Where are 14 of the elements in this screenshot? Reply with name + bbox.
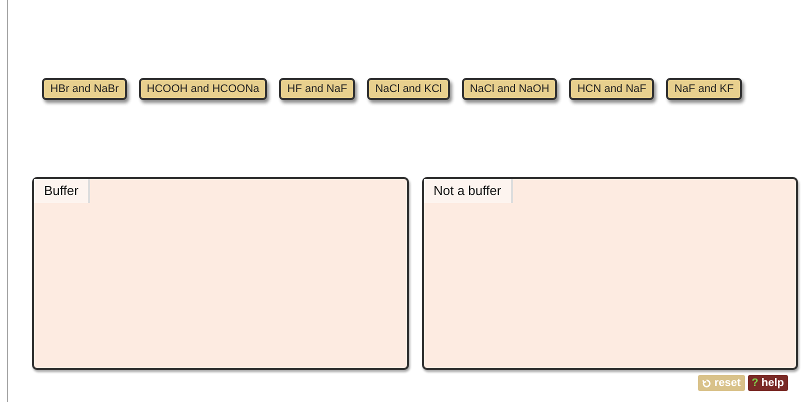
answer-tile[interactable]: HBr and NaBr	[42, 78, 127, 100]
answer-tile[interactable]: HCOOH and HCOONa	[138, 78, 268, 100]
zone-label: Buffer	[34, 179, 90, 202]
drop-zone[interactable]: Buffer	[32, 177, 408, 370]
undo-icon	[702, 378, 712, 388]
help-icon: ?	[752, 374, 758, 392]
answer-tile[interactable]: NaF and KF	[666, 78, 742, 100]
answer-tile[interactable]: NaCl and NaOH	[462, 78, 558, 100]
zone-label: Not a buffer	[424, 179, 514, 202]
answer-tile[interactable]: NaCl and KCl	[367, 78, 450, 100]
answer-tile[interactable]: HCN and NaF	[569, 78, 654, 100]
help-button[interactable]: ? help	[748, 375, 788, 391]
drop-zone[interactable]: Not a buffer	[422, 177, 798, 370]
answer-tile[interactable]: HF and NaF	[279, 78, 356, 100]
